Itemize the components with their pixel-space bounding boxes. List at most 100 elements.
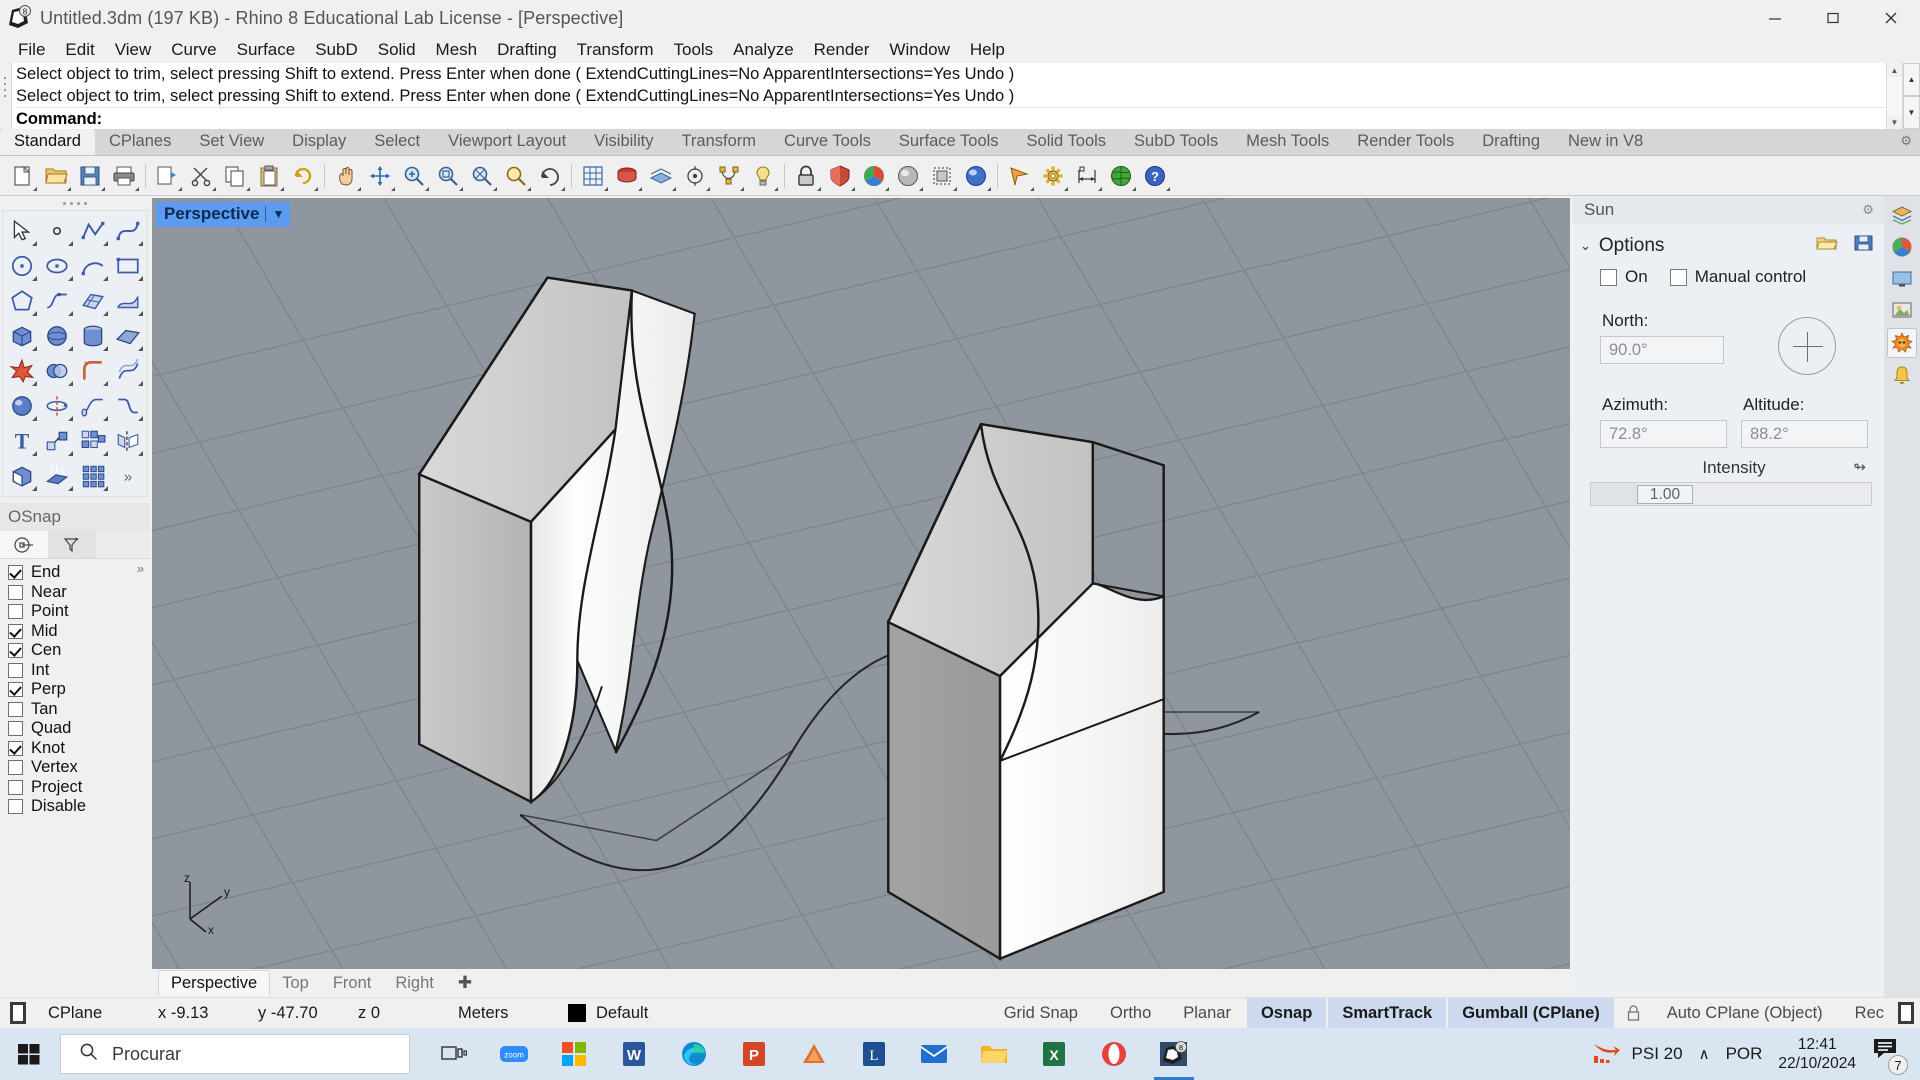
status-toggle-osnap[interactable]: Osnap	[1246, 998, 1327, 1028]
status-toggle-grid-snap[interactable]: Grid Snap	[988, 998, 1094, 1028]
revolve-icon[interactable]	[40, 389, 74, 423]
menu-window[interactable]: Window	[879, 38, 959, 62]
maximize-button[interactable]	[1804, 0, 1862, 36]
osnap-option-cen[interactable]: Cen	[8, 641, 150, 661]
padlock-icon[interactable]	[1616, 998, 1651, 1028]
record-label[interactable]: Rec	[1839, 998, 1888, 1028]
rectangle-icon[interactable]	[111, 249, 145, 283]
point-object-icon[interactable]	[679, 160, 711, 192]
menu-solid[interactable]: Solid	[368, 38, 426, 62]
ellipse-icon[interactable]	[40, 249, 74, 283]
fillet-icon[interactable]	[76, 354, 110, 388]
mirror-icon[interactable]	[111, 424, 145, 458]
copy-icon[interactable]	[219, 160, 251, 192]
ribbon-settings-icon[interactable]: ⚙	[1900, 133, 1912, 149]
select-arrow-icon[interactable]	[5, 214, 39, 248]
osnap-target-icon[interactable]	[0, 531, 48, 558]
help-question-icon[interactable]: ?	[1139, 160, 1171, 192]
tray-app-psi[interactable]: PSI 20	[1592, 1039, 1683, 1070]
move-arrows-icon[interactable]	[364, 160, 396, 192]
layer-color-swatch[interactable]	[568, 1004, 586, 1022]
new-file-icon[interactable]	[6, 160, 38, 192]
flyout-corner-icon[interactable]	[672, 186, 676, 191]
flyout-corner-icon[interactable]	[604, 186, 608, 191]
light-bulb-icon[interactable]	[747, 160, 779, 192]
osnap-option-int[interactable]: Int	[8, 661, 150, 681]
flyout-corner-icon[interactable]	[32, 241, 38, 246]
menu-help[interactable]: Help	[960, 38, 1015, 62]
flyout-corner-icon[interactable]	[178, 186, 182, 191]
record-swatch-icon[interactable]	[1898, 1002, 1914, 1024]
cylinder-icon[interactable]	[76, 319, 110, 353]
powerpoint-app-icon[interactable]: P	[726, 1028, 782, 1080]
flyout-corner-icon[interactable]	[459, 186, 463, 191]
flyout-corner-icon[interactable]	[1030, 186, 1034, 191]
minimize-button[interactable]	[1746, 0, 1804, 36]
status-toggle-planar[interactable]: Planar	[1167, 998, 1247, 1028]
ghosted-box-icon[interactable]	[926, 160, 958, 192]
scroll-track[interactable]	[1887, 77, 1902, 115]
scale-icon[interactable]	[40, 424, 74, 458]
flyout-corner-icon[interactable]	[425, 186, 429, 191]
chevron-down-icon[interactable]: ⌄	[1580, 238, 1591, 254]
flyout-corner-icon[interactable]	[67, 241, 73, 246]
command-prompt-label[interactable]: Command:	[16, 107, 1886, 129]
excel-app-icon[interactable]: X	[1026, 1028, 1082, 1080]
osnap-checkbox-tan[interactable]	[8, 701, 23, 717]
flyout-corner-icon[interactable]	[885, 186, 889, 191]
flyout-corner-icon[interactable]	[102, 241, 108, 246]
sphere-solid-icon[interactable]	[5, 389, 39, 423]
rotate-view-icon[interactable]	[534, 160, 566, 192]
flyout-corner-icon[interactable]	[67, 346, 73, 351]
control-points-icon[interactable]	[713, 160, 745, 192]
zoom-app-icon[interactable]: zoom	[486, 1028, 542, 1080]
osnap-checkbox-knot[interactable]	[8, 740, 23, 756]
ribbon-tab-set-view[interactable]: Set View	[185, 129, 278, 155]
planar-surface-icon[interactable]	[111, 319, 145, 353]
osnap-checkbox-int[interactable]	[8, 662, 23, 678]
extrude-icon[interactable]	[40, 459, 74, 493]
surface-patch-icon[interactable]	[111, 284, 145, 318]
status-toggle-smarttrack[interactable]: SmartTrack	[1328, 998, 1447, 1028]
scroll-up-icon[interactable]: ▲	[1887, 63, 1902, 77]
lumion-app-icon[interactable]: L	[846, 1028, 902, 1080]
viewport-label[interactable]: Perspective ▼	[156, 202, 291, 227]
osnap-option-end[interactable]: End	[8, 563, 150, 583]
north-input[interactable]: 90.0°	[1600, 336, 1724, 364]
arc-icon[interactable]	[76, 249, 110, 283]
status-toggle-gumball-cplane[interactable]: Gumball (CPlane)	[1448, 998, 1614, 1028]
edge-browser-icon[interactable]	[666, 1028, 722, 1080]
viewport-tab-front[interactable]: Front	[321, 971, 384, 996]
autodesk-app-icon[interactable]	[786, 1028, 842, 1080]
array-icon[interactable]	[76, 424, 110, 458]
viewport-tab-right[interactable]: Right	[383, 971, 446, 996]
ribbon-tab-drafting[interactable]: Drafting	[1468, 129, 1554, 155]
flyout-corner-icon[interactable]	[987, 186, 991, 191]
osnap-checkbox-mid[interactable]	[8, 623, 23, 639]
arrow-flag-icon[interactable]	[1003, 160, 1035, 192]
mail-app-icon[interactable]	[906, 1028, 962, 1080]
layer-state-icon[interactable]	[645, 160, 677, 192]
menu-transform[interactable]: Transform	[567, 38, 664, 62]
manual-control-checkbox[interactable]	[1669, 268, 1687, 286]
ribbon-tab-curve-tools[interactable]: Curve Tools	[770, 129, 885, 155]
flyout-corner-icon[interactable]	[102, 311, 108, 316]
menu-edit[interactable]: Edit	[55, 38, 104, 62]
close-button[interactable]	[1862, 0, 1920, 36]
surface-grid-icon[interactable]	[76, 284, 110, 318]
opera-browser-icon[interactable]	[1086, 1028, 1142, 1080]
osnap-option-mid[interactable]: Mid	[8, 622, 150, 642]
intensity-reset-icon[interactable]: ↬	[1853, 458, 1866, 476]
language-indicator[interactable]: POR	[1726, 1044, 1763, 1064]
menu-surface[interactable]: Surface	[227, 38, 306, 62]
sweep-icon[interactable]	[76, 389, 110, 423]
osnap-checkbox-vertex[interactable]	[8, 760, 23, 776]
flyout-corner-icon[interactable]	[493, 186, 497, 191]
ribbon-tab-solid-tools[interactable]: Solid Tools	[1013, 129, 1121, 155]
menu-analyze[interactable]: Analyze	[723, 38, 803, 62]
file-explorer-icon[interactable]	[966, 1028, 1022, 1080]
cplane-swatch-icon[interactable]	[10, 1002, 26, 1024]
task-view-icon[interactable]	[426, 1028, 482, 1080]
flyout-corner-icon[interactable]	[135, 186, 139, 191]
flyout-corner-icon[interactable]	[32, 346, 38, 351]
